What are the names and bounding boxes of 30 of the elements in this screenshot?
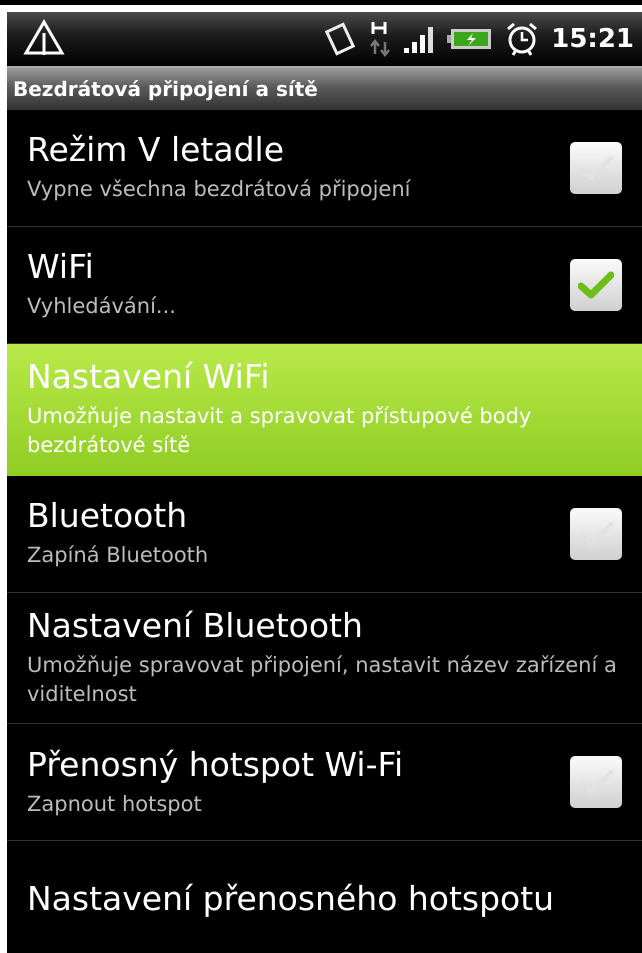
rotation-icon xyxy=(323,21,358,57)
settings-item[interactable]: Nastavení Bluetooth Umožňuje spravovat připojení, nastavit název zařízení a viditelnost xyxy=(7,592,642,724)
section-title: Bezdrátová připojení a sítě xyxy=(13,77,318,101)
battery-icon xyxy=(447,26,494,52)
check-icon xyxy=(578,271,614,299)
signal-icon xyxy=(403,24,436,54)
checkbox[interactable] xyxy=(570,508,622,560)
item-summary: Vypne všechna bezdrátová připojení xyxy=(27,176,412,204)
settings-item[interactable]: Bluetooth Zapíná Bluetooth xyxy=(7,476,642,593)
item-title: WiFi xyxy=(27,248,95,286)
clock-time: 15:21 xyxy=(551,24,634,54)
item-title: Bluetooth xyxy=(27,497,188,535)
data-arrows-icon xyxy=(369,20,392,58)
item-title: Nastavení WiFi xyxy=(27,358,270,396)
item-summary: Vyhledávání... xyxy=(27,293,177,320)
item-title: Nastavení přenosného hotspotu xyxy=(27,880,556,918)
settings-item[interactable]: Přenosný hotspot Wi-Fi Zapnout hotspot xyxy=(7,724,642,842)
checkbox[interactable] xyxy=(570,142,622,194)
checkbox[interactable] xyxy=(570,259,622,311)
item-summary: Zapíná Bluetooth xyxy=(27,542,210,569)
item-title: Režim V letadle xyxy=(27,131,285,170)
settings-item[interactable]: Režim V letadle Vypne všechna bezdrátová připojení xyxy=(7,110,642,227)
item-summary: Umožňuje nastavit a spravovat přístupové body bezdrátové sítě xyxy=(27,402,532,460)
item-summary: Zapnout hotspot xyxy=(27,790,203,818)
alarm-icon xyxy=(505,21,540,57)
checkbox[interactable] xyxy=(570,756,622,808)
item-title: Nastavení Bluetooth xyxy=(27,606,364,645)
item-title: Přenosný hotspot Wi-Fi xyxy=(27,746,404,784)
item-summary: Umožňuje spravovat připojení, nastavit název zařízení a viditelnost xyxy=(27,652,618,708)
settings-item[interactable]: Nastavení přenosného hotspotu xyxy=(7,841,642,953)
